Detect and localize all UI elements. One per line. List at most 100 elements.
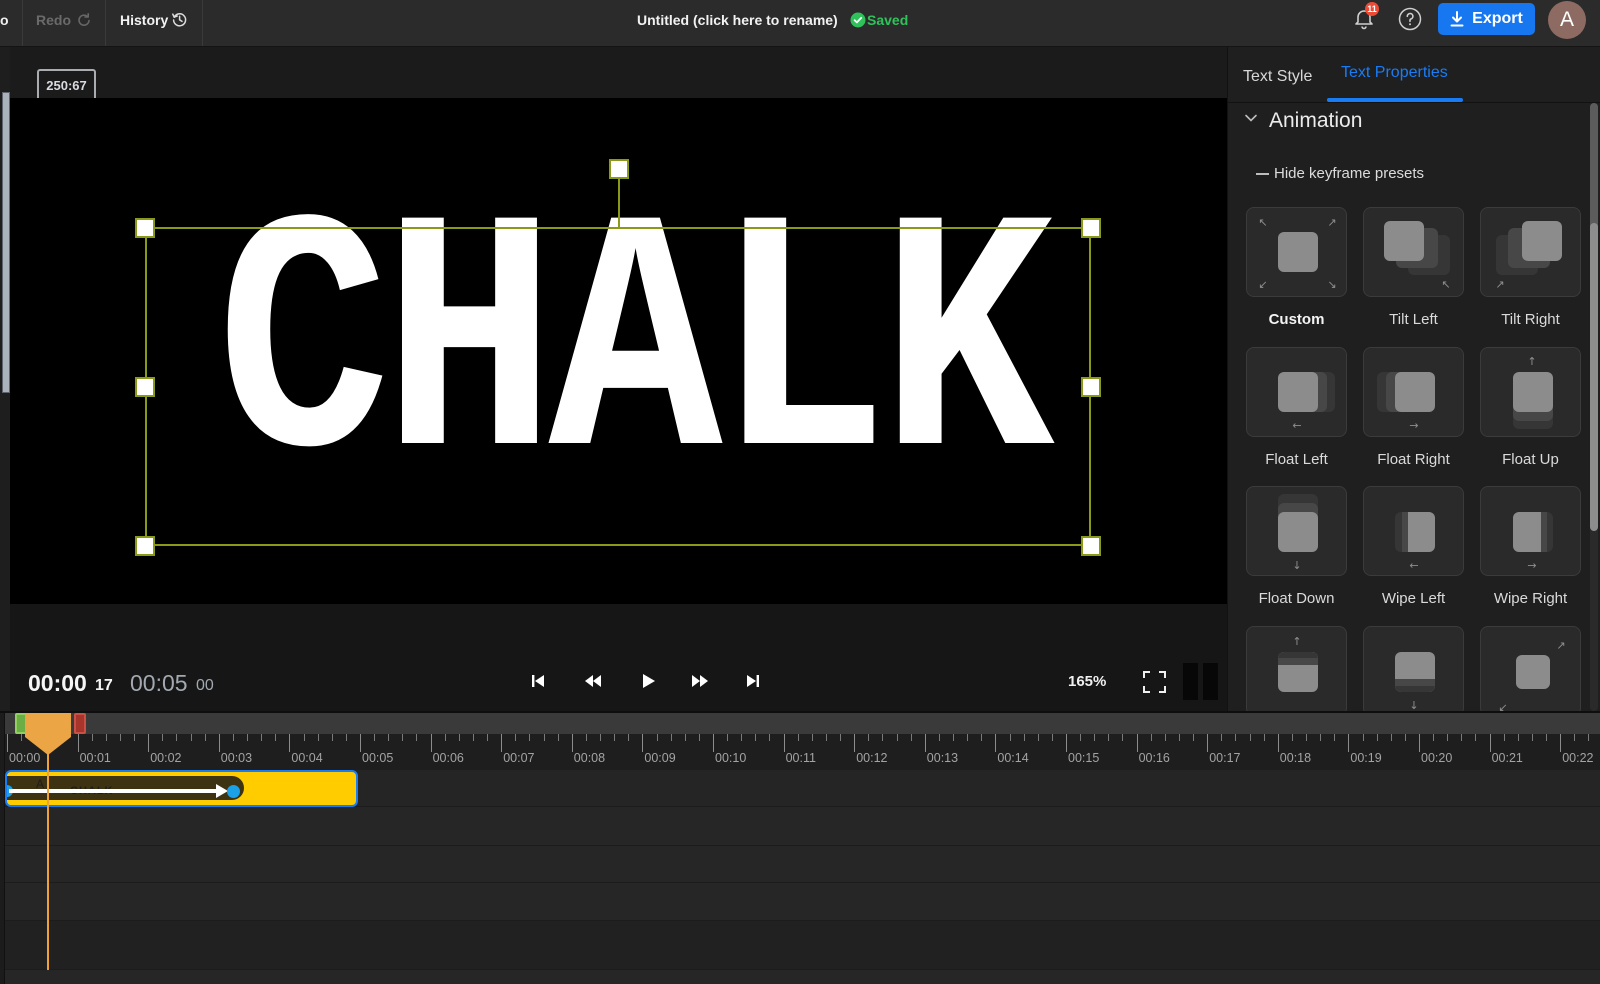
preset-card-wipe-left[interactable]: ← [1363,486,1464,576]
ruler-minor-tick [1475,734,1477,741]
ruler-tick-label: 00:13 [926,751,959,765]
playhead-handle[interactable] [24,713,71,755]
resize-handle-top-left[interactable] [135,218,155,238]
project-title[interactable]: Untitled (click here to rename) [637,11,838,29]
resize-handle-middle-left[interactable] [135,377,155,397]
play-icon[interactable] [639,672,657,690]
ruler-minor-tick [614,734,616,741]
skip-to-start-icon[interactable] [529,672,547,690]
selection-box[interactable] [145,227,1091,546]
export-button[interactable]: Export [1438,3,1535,35]
total-duration-frames: 00 [196,677,214,694]
wipe-up-preset-icon: ↑ [1278,635,1318,692]
ruler-minor-tick [247,734,249,741]
panel-resize-handle[interactable] [1203,663,1218,700]
ruler-minor-tick [529,734,531,741]
preset-card-float-down[interactable]: ↓ [1246,486,1347,576]
ruler-tick-label: 00:07 [503,751,535,765]
preset-card-wipe-right[interactable]: → [1480,486,1581,576]
fullscreen-icon[interactable] [1142,670,1167,694]
ruler-minor-tick [1291,734,1293,741]
ruler-tick-label: 00:08 [573,751,606,765]
keyframe-end-dot[interactable] [226,785,240,798]
animation-keyframe-range[interactable]: A CHALK [7,776,244,800]
redo-button[interactable]: Redo [36,11,71,29]
ruler-major-tick [924,734,926,752]
resize-handle-top-right[interactable] [1081,218,1101,238]
ruler-minor-tick [1376,734,1378,741]
history-button[interactable]: History [120,11,168,29]
zoom-level[interactable]: 165% [1068,672,1106,692]
ruler-minor-tick [162,734,164,741]
preset-card-tilt-left[interactable]: ↖ [1363,207,1464,297]
resize-handle-bottom-right[interactable] [1081,536,1101,556]
tab-text-properties[interactable]: Text Properties [1341,63,1448,83]
svg-text:→: → [1527,559,1536,572]
tab-text-style[interactable]: Text Style [1243,67,1312,87]
zoom-preset-icon: ↗↙ [1498,639,1565,711]
preset-card-wipe-up[interactable]: ↑ [1246,626,1347,711]
ruler-tick-label: 00:19 [1350,751,1382,765]
track-row[interactable] [5,883,1600,921]
rewind-icon[interactable] [584,672,602,690]
preset-label: Tilt Right [1501,311,1560,328]
ruler-minor-tick [303,734,305,741]
history-icon [171,11,188,28]
preset-card-wipe-down[interactable]: ↓ [1363,626,1464,711]
wipe-left-preset-icon: ← [1395,512,1435,572]
ruler-minor-tick [472,734,474,741]
track-row[interactable] [5,921,1600,970]
ruler-minor-tick [1362,734,1364,741]
ruler-minor-tick [1249,734,1251,741]
ruler-minor-tick [882,734,884,741]
ruler-minor-tick [840,734,842,741]
undo-button[interactable]: o [0,11,9,29]
ruler-major-tick [360,734,361,752]
collapse-dash-icon [1256,173,1269,175]
resize-handle-bottom-left[interactable] [135,536,155,556]
preset-card-float-up[interactable]: ↑ [1480,347,1581,437]
user-avatar[interactable]: A [1548,1,1586,39]
ruler-minor-tick [1334,734,1336,741]
ruler-minor-tick [402,734,404,741]
preset-label: Custom [1268,311,1325,328]
ruler-minor-tick [1461,734,1463,741]
loop-out-marker[interactable] [73,713,86,734]
preset-card-tilt-right[interactable]: ↗ [1480,207,1581,297]
preset-card-custom[interactable]: ↖ ↗ ↙ ↘ [1246,207,1347,297]
ruler-major-tick [1348,734,1350,752]
ruler-major-tick [713,734,714,752]
panel-resize-handle[interactable] [1183,663,1198,700]
preset-card-float-left[interactable]: ← [1246,347,1347,437]
preset-card-float-right[interactable]: → [1363,347,1464,437]
ruler-major-tick [7,734,8,752]
ruler-minor-tick [1193,734,1195,741]
ruler-minor-tick [811,734,813,741]
track-row[interactable] [5,846,1600,883]
ruler-minor-tick [204,734,206,741]
skip-to-end-icon[interactable] [744,672,762,690]
timeline-ruler-bar[interactable] [5,713,1600,734]
help-icon[interactable] [1398,7,1422,31]
ruler-minor-tick [261,734,263,741]
ruler-minor-tick [698,734,700,741]
text-clip[interactable]: A CHALK [5,770,358,807]
ruler-major-tick [430,734,432,752]
preset-card-zoom[interactable]: ↗ ↙ [1480,626,1581,711]
ruler-tick-label: 00:01 [79,751,111,765]
ruler-minor-tick [1051,734,1053,741]
chevron-down-icon[interactable] [1244,113,1258,123]
resize-handle-middle-right[interactable] [1081,377,1101,397]
fast-forward-icon[interactable] [691,672,709,690]
track-row[interactable] [5,807,1600,846]
svg-text:↗: ↗ [1327,216,1336,229]
ruler-minor-tick [981,734,983,741]
hide-presets-toggle[interactable]: Hide keyframe presets [1256,164,1424,184]
ruler-minor-tick [600,734,602,741]
canvas-scrollbar-thumb[interactable] [2,92,10,393]
animation-section-title[interactable]: Animation [1269,109,1362,133]
panel-scrollbar-thumb[interactable] [1590,223,1598,531]
rotate-handle[interactable] [609,159,629,179]
ruler-minor-tick [1263,734,1265,741]
ruler-minor-tick [896,734,898,741]
